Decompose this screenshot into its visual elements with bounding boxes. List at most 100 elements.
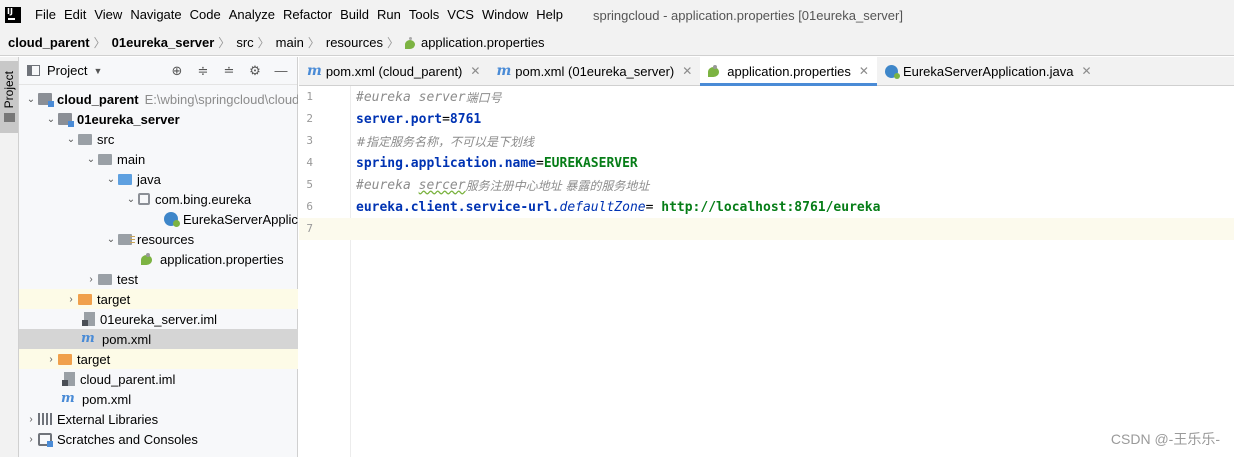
property-value: http://localhost:8761/eureka: [661, 199, 881, 215]
tree-node-label: main: [117, 151, 146, 167]
comment: #eureka: [356, 177, 419, 193]
code-line-6[interactable]: eureka.client.service-url. defaultZone = h…: [351, 196, 1234, 218]
tree-node-eureka-server-application[interactable]: EurekaServerApplication: [19, 209, 298, 229]
menu-window[interactable]: Window: [478, 0, 532, 30]
code-line-2[interactable]: server.port = 8761: [351, 108, 1234, 130]
tree-node-main[interactable]: ⌄ main: [19, 149, 298, 169]
menu-bar: File Edit View Navigate Code Analyze Ref…: [0, 0, 1234, 30]
menu-build[interactable]: Build: [336, 0, 373, 30]
close-icon[interactable]: ✕: [682, 64, 692, 78]
tree-node-root-iml[interactable]: cloud_parent.iml: [19, 369, 298, 389]
chevron-right-icon: 〉: [257, 36, 270, 50]
tree-node-java[interactable]: ⌄ java: [19, 169, 298, 189]
tree-node-module-iml[interactable]: 01eureka_server.iml: [19, 309, 298, 329]
folder-icon: [4, 113, 15, 122]
expand-all-icon[interactable]: ≑: [195, 63, 211, 79]
breadcrumb-01eureka-server[interactable]: 01eureka_server: [112, 35, 215, 50]
tree-node-package[interactable]: ⌄ com.bing.eureka: [19, 189, 298, 209]
tab-eureka-server-application[interactable]: EurekaServerApplication.java ✕: [877, 57, 1100, 85]
menu-vcs[interactable]: VCS: [443, 0, 478, 30]
iml-file-icon: [82, 312, 95, 326]
chevron-right-icon[interactable]: ›: [24, 414, 38, 425]
tab-label: application.properties: [727, 63, 851, 79]
breadcrumb-application-properties[interactable]: application.properties: [404, 35, 545, 50]
menu-code[interactable]: Code: [186, 0, 225, 30]
tree-node-label: 01eureka_server: [77, 111, 180, 127]
comment: #eureka server: [356, 89, 466, 105]
code-area[interactable]: #eureka server 端口号 server.port = 8761 #指定服务…: [351, 86, 1234, 457]
line-number: 7: [306, 222, 313, 235]
excluded-folder-icon: [78, 293, 92, 305]
tree-node-label: java: [137, 171, 161, 187]
project-view-icon: [27, 65, 40, 76]
tab-pom-cloud-parent[interactable]: m pom.xml (cloud_parent) ✕: [299, 57, 488, 85]
menu-navigate[interactable]: Navigate: [126, 0, 185, 30]
locate-file-icon[interactable]: ⊕: [169, 63, 185, 79]
menu-tools[interactable]: Tools: [405, 0, 443, 30]
chevron-down-icon[interactable]: ⌄: [104, 174, 118, 185]
close-icon[interactable]: ✕: [859, 64, 869, 78]
code-line-7[interactable]: [351, 218, 1234, 240]
spring-leaf-icon: [708, 65, 722, 77]
chevron-down-icon[interactable]: ⌄: [84, 154, 98, 165]
tree-node-external-libraries[interactable]: › External Libraries: [19, 409, 298, 429]
close-icon[interactable]: ✕: [1081, 64, 1091, 78]
spring-class-icon: [884, 64, 900, 79]
menu-help[interactable]: Help: [532, 0, 567, 30]
tree-node-target[interactable]: › target: [19, 289, 298, 309]
spring-class-icon: [164, 212, 180, 227]
tree-node-src[interactable]: ⌄ src: [19, 129, 298, 149]
close-icon[interactable]: ✕: [470, 64, 480, 78]
collapse-all-icon[interactable]: ≐: [221, 63, 237, 79]
chevron-down-icon[interactable]: ⌄: [24, 94, 38, 105]
chevron-down-icon[interactable]: ⌄: [104, 234, 118, 245]
chevron-down-icon[interactable]: ⌄: [124, 194, 138, 205]
chevron-down-icon[interactable]: ⌄: [64, 134, 78, 145]
tab-pom-01eureka-server[interactable]: m pom.xml (01eureka_server) ✕: [488, 57, 700, 85]
tree-node-resources[interactable]: ⌄ resources: [19, 229, 298, 249]
tree-node-root-pom[interactable]: m pom.xml: [19, 389, 298, 409]
hide-icon[interactable]: —: [273, 63, 289, 79]
project-panel: Project ▼ ⊕ ≑ ≐ ⚙ — ⌄ cloud_parent E:\wb…: [19, 57, 298, 457]
gear-icon[interactable]: ⚙: [247, 63, 263, 79]
tree-node-application-properties[interactable]: application.properties: [19, 249, 298, 269]
tree-node-label: cloud_parent.iml: [80, 371, 176, 387]
tree-node-test[interactable]: › test: [19, 269, 298, 289]
tree-node-01eureka-server[interactable]: ⌄ 01eureka_server: [19, 109, 298, 129]
menu-analyze[interactable]: Analyze: [225, 0, 279, 30]
chevron-right-icon[interactable]: ›: [84, 274, 98, 285]
breadcrumb-src[interactable]: src: [236, 35, 253, 50]
code-line-4[interactable]: spring.application.name = EUREKASERVER: [351, 152, 1234, 174]
line-number: 2: [306, 112, 313, 125]
tree-node-scratches[interactable]: › Scratches and Consoles: [19, 429, 298, 449]
menu-view[interactable]: View: [90, 0, 126, 30]
chevron-right-icon: 〉: [386, 36, 399, 50]
chevron-right-icon[interactable]: ›: [24, 434, 38, 445]
code-line-1[interactable]: #eureka server 端口号: [351, 86, 1234, 108]
project-tool-window-tab[interactable]: Project: [0, 61, 18, 133]
caret-down-icon[interactable]: ▼: [93, 66, 102, 76]
code-line-3[interactable]: #指定服务名称，不可以是下划线: [351, 130, 1234, 152]
tree-node-label: pom.xml: [82, 391, 132, 407]
tab-application-properties[interactable]: application.properties ✕: [700, 57, 877, 86]
tree-node-cloud-parent[interactable]: ⌄ cloud_parent E:\wbing\springcloud\clou…: [19, 89, 298, 109]
comment: #指定服务名称，不可以是下划线: [356, 134, 535, 149]
menu-edit[interactable]: Edit: [60, 0, 90, 30]
tree-node-root-target[interactable]: › target: [19, 349, 298, 369]
breadcrumb-main[interactable]: main: [276, 35, 304, 50]
breadcrumb-cloud-parent[interactable]: cloud_parent: [8, 35, 90, 50]
chevron-right-icon[interactable]: ›: [44, 354, 58, 365]
chevron-right-icon[interactable]: ›: [64, 294, 78, 305]
tree-node-module-pom[interactable]: m pom.xml: [19, 329, 298, 349]
module-folder-icon: [38, 93, 54, 107]
menu-file[interactable]: File: [31, 0, 60, 30]
folder-icon: [98, 273, 112, 285]
tree-node-label: Scratches and Consoles: [57, 431, 198, 447]
maven-icon: m: [307, 63, 322, 79]
menu-refactor[interactable]: Refactor: [279, 0, 336, 30]
chevron-down-icon[interactable]: ⌄: [44, 114, 58, 125]
code-line-5[interactable]: #eureka sercer 服务注册中心地址 暴露的服务地址: [351, 174, 1234, 196]
menu-run[interactable]: Run: [373, 0, 405, 30]
project-panel-title[interactable]: Project: [47, 63, 87, 78]
breadcrumb-resources[interactable]: resources: [326, 35, 383, 50]
